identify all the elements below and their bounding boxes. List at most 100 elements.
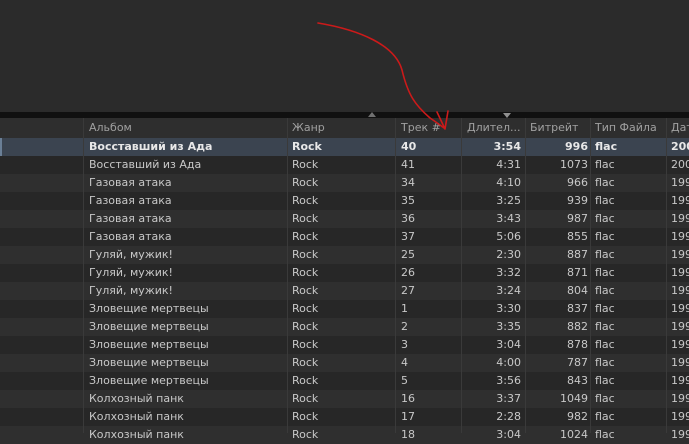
table-row[interactable]: Газовая атака Rock 37 5:06 855 flac 199	[0, 228, 689, 246]
date-cell: 199	[671, 338, 689, 351]
table-row[interactable]: Колхозный панк Rock 17 2:28 982 flac 199	[0, 408, 689, 426]
album-cell: Зловещие мертвецы	[89, 320, 209, 333]
duration-cell: 5:06	[496, 230, 521, 243]
duration-cell: 4:10	[496, 176, 521, 189]
genre-cell: Rock	[292, 356, 319, 369]
table-row[interactable]: Газовая атака Rock 35 3:25 939 flac 199	[0, 192, 689, 210]
table-row[interactable]: Гуляй, мужик! Rock 25 2:30 887 flac 199	[0, 246, 689, 264]
table-row[interactable]: Зловещие мертвецы Rock 4 4:00 787 flac 199	[0, 354, 689, 372]
table-row-selected[interactable]: Восставший из Ада Rock 40 3:54 996 flac 200	[0, 138, 689, 156]
column-separator[interactable]	[287, 118, 288, 433]
duration-cell: 4:00	[496, 356, 521, 369]
track-number-cell: 2	[401, 320, 408, 333]
duration-cell: 4:31	[496, 158, 521, 171]
album-cell: Гуляй, мужик!	[89, 284, 173, 297]
track-number-cell: 3	[401, 338, 408, 351]
table-row[interactable]: Зловещие мертвецы Rock 3 3:04 878 flac 199	[0, 336, 689, 354]
column-separator[interactable]	[461, 118, 462, 433]
date-cell: 199	[671, 176, 689, 189]
table-row[interactable]: Зловещие мертвецы Rock 1 3:30 837 flac 199	[0, 300, 689, 318]
date-cell: 199	[671, 320, 689, 333]
row-indicator	[0, 156, 2, 174]
track-number-cell: 41	[401, 158, 415, 171]
date-cell: 199	[671, 284, 689, 297]
table-row[interactable]: Восставший из Ада Rock 41 4:31 1073 flac 200	[0, 156, 689, 174]
table-row[interactable]: Колхозный панк Rock 18 3:04 1024 flac 199	[0, 426, 689, 444]
column-header-filetype[interactable]: Тип Файла	[595, 118, 665, 138]
filetype-cell: flac	[595, 356, 615, 369]
column-separator[interactable]	[395, 118, 396, 433]
track-number-cell: 4	[401, 356, 408, 369]
row-indicator	[0, 282, 2, 300]
column-separator[interactable]	[666, 118, 667, 433]
track-number-cell: 5	[401, 374, 408, 387]
row-indicator	[0, 318, 2, 336]
track-number-cell: 26	[401, 266, 415, 279]
column-separator[interactable]	[525, 118, 526, 433]
duration-cell: 3:35	[496, 320, 521, 333]
bitrate-cell: 882	[567, 320, 588, 333]
genre-cell: Rock	[292, 428, 319, 441]
album-cell: Восставший из Ада	[89, 158, 202, 171]
duration-cell: 2:30	[496, 248, 521, 261]
genre-cell: Rock	[292, 374, 319, 387]
row-indicator	[0, 264, 2, 282]
track-number-cell: 34	[401, 176, 415, 189]
album-cell: Газовая атака	[89, 212, 172, 225]
column-header-album[interactable]: Альбом	[89, 118, 284, 138]
table-row[interactable]: Газовая атака Rock 34 4:10 966 flac 199	[0, 174, 689, 192]
table-row[interactable]: Газовая атака Rock 36 3:43 987 flac 199	[0, 210, 689, 228]
table-row[interactable]: Гуляй, мужик! Rock 27 3:24 804 flac 199	[0, 282, 689, 300]
date-cell: 199	[671, 212, 689, 225]
filetype-cell: flac	[595, 374, 615, 387]
album-cell: Колхозный панк	[89, 428, 184, 441]
date-cell: 199	[671, 428, 689, 441]
table-row[interactable]: Зловещие мертвецы Rock 5 3:56 843 flac 199	[0, 372, 689, 390]
album-cell: Зловещие мертвецы	[89, 302, 209, 315]
duration-cell: 3:54	[493, 140, 521, 153]
album-cell: Газовая атака	[89, 176, 172, 189]
bitrate-cell: 996	[565, 140, 588, 153]
genre-cell: Rock	[292, 140, 322, 153]
table-row[interactable]: Зловещие мертвецы Rock 2 3:35 882 flac 199	[0, 318, 689, 336]
bitrate-cell: 982	[567, 410, 588, 423]
column-header-bitrate[interactable]: Битрейт	[530, 118, 590, 138]
column-header-duration[interactable]: Длител...	[467, 118, 525, 138]
bitrate-cell: 837	[567, 302, 588, 315]
table-row[interactable]: Колхозный панк Rock 16 3:37 1049 flac 199	[0, 390, 689, 408]
track-number-cell: 27	[401, 284, 415, 297]
track-table: Восставший из Ада Rock 40 3:54 996 flac 200 Вос…	[0, 138, 689, 444]
date-cell: 199	[671, 356, 689, 369]
filetype-cell: flac	[595, 266, 615, 279]
date-cell: 199	[671, 230, 689, 243]
table-row[interactable]: Гуляй, мужик! Rock 26 3:32 871 flac 199	[0, 264, 689, 282]
duration-cell: 3:37	[496, 392, 521, 405]
column-separator[interactable]	[590, 118, 591, 433]
album-cell: Гуляй, мужик!	[89, 248, 173, 261]
genre-cell: Rock	[292, 212, 319, 225]
genre-cell: Rock	[292, 266, 319, 279]
genre-cell: Rock	[292, 176, 319, 189]
duration-cell: 3:25	[496, 194, 521, 207]
album-cell: Восставший из Ада	[89, 140, 213, 153]
album-cell: Колхозный панк	[89, 410, 184, 423]
genre-cell: Rock	[292, 410, 319, 423]
track-number-cell: 40	[401, 140, 417, 153]
genre-cell: Rock	[292, 248, 319, 261]
column-header-genre[interactable]: Жанр	[292, 118, 392, 138]
duration-cell: 3:04	[496, 428, 521, 441]
row-indicator	[0, 354, 2, 372]
column-separator[interactable]	[83, 118, 84, 433]
duration-cell: 3:43	[496, 212, 521, 225]
album-cell: Колхозный панк	[89, 392, 184, 405]
date-cell: 199	[671, 392, 689, 405]
column-header-track[interactable]: Трек #	[401, 118, 457, 138]
album-cell: Зловещие мертвецы	[89, 338, 209, 351]
date-cell: 200	[671, 140, 689, 153]
date-cell: 200	[671, 158, 689, 171]
date-cell: 199	[671, 302, 689, 315]
filetype-cell: flac	[595, 428, 615, 441]
filetype-cell: flac	[595, 410, 615, 423]
column-header-date[interactable]: Дат	[671, 118, 689, 138]
row-indicator	[0, 390, 2, 408]
